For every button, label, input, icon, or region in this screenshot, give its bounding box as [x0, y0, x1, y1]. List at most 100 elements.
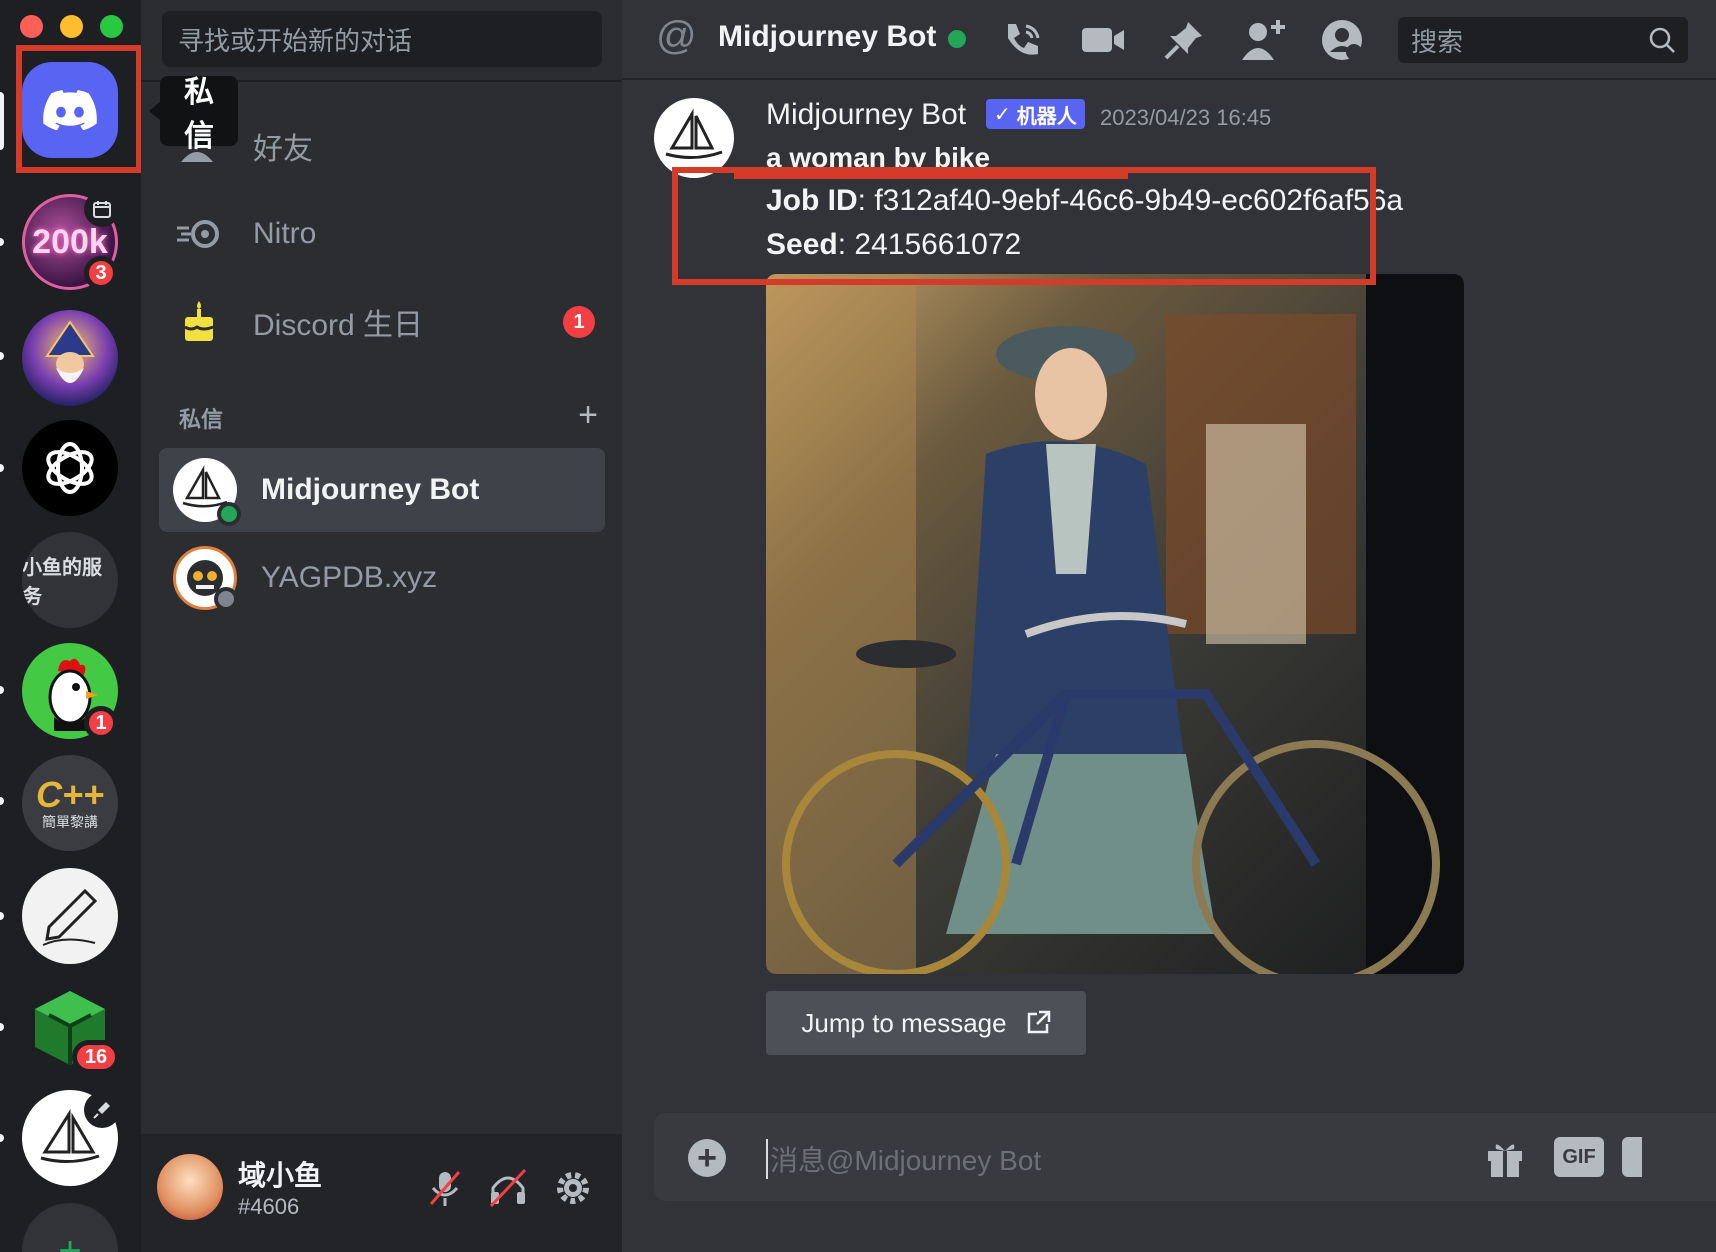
bot-badge: ✓ 机器人: [986, 99, 1085, 129]
job-id-line: Job ID: f312af40-9ebf-46c6-9b49-ec602f6a…: [766, 184, 1403, 218]
dm-item-name: Midjourney Bot: [261, 473, 480, 506]
chat-area: @ Midjourney Bot 搜索 Midjourney Bot ✓ 机器人 …: [622, 0, 1716, 1252]
chat-header: @ Midjourney Bot 搜索: [622, 0, 1716, 80]
author-avatar[interactable]: [654, 98, 734, 178]
user-panel: 域小鱼 #4606: [141, 1134, 622, 1252]
seed-line: Seed: 2415661072: [766, 228, 1021, 262]
server-openai[interactable]: [22, 420, 118, 516]
avatar: [173, 546, 238, 611]
unread-pip: [0, 238, 4, 246]
minimize-window-button[interactable]: [60, 15, 83, 38]
add-server-button[interactable]: +: [22, 1203, 118, 1252]
dm-sidebar: 寻找或开始新的对话 好友 Nitro Discord 生日 1 私信 + Mid…: [141, 0, 622, 1252]
online-status-icon: [948, 30, 966, 48]
unread-pip: [0, 1134, 4, 1142]
job-id-label: Job ID: [766, 184, 858, 217]
seed-value: : 2415661072: [837, 228, 1022, 261]
create-dm-button[interactable]: +: [578, 396, 598, 435]
nav-nitro-label: Nitro: [253, 217, 317, 250]
attach-plus-icon[interactable]: +: [688, 1139, 726, 1177]
openai-logo-icon: [46, 442, 94, 494]
birthday-badge: 1: [563, 306, 595, 338]
nav-birthday-label: Discord 生日: [253, 309, 424, 342]
user-profile-icon[interactable]: [1320, 18, 1364, 67]
message-author[interactable]: Midjourney Bot: [766, 98, 966, 132]
mention-badge: 3: [84, 256, 118, 290]
unread-pip: [0, 797, 4, 805]
server-cpp[interactable]: C++ 簡單黎講: [22, 755, 118, 851]
woman-bike-illustration: [766, 274, 1464, 974]
tooltip-arrow: [149, 101, 161, 121]
server-xiaoyu-service[interactable]: 小鱼的服务: [22, 532, 118, 628]
unread-pip: [0, 912, 4, 920]
server-pen[interactable]: [22, 868, 118, 964]
home-button[interactable]: [22, 62, 118, 158]
search-icon: [1649, 27, 1675, 53]
jump-to-message-button[interactable]: Jump to message: [766, 991, 1086, 1055]
midjourney-sail-icon: [665, 108, 723, 159]
home-tooltip: 私信: [160, 76, 238, 153]
selected-indicator: [0, 92, 4, 150]
message-composer: + 消息@Midjourney Bot GIF: [654, 1113, 1716, 1201]
dm-item-midjourney-bot[interactable]: Midjourney Bot: [159, 448, 605, 532]
bot-tag-label: 机器人: [1016, 105, 1077, 128]
nitro-icon: [169, 218, 229, 250]
server-rail: 私信 200k 3 小鱼的服务 1 C++ 簡單黎講 16 +: [0, 0, 238, 1252]
job-id-value: : f312af40-9ebf-46c6-9b49-ec602f6af56a: [857, 184, 1404, 217]
search-placeholder: 搜索: [1411, 26, 1464, 57]
unread-pip: [0, 1023, 4, 1031]
message-placeholder: 消息@Midjourney Bot: [770, 1145, 1042, 1176]
mention-badge: 1: [84, 706, 118, 740]
deafen-headphones-icon[interactable]: [487, 1168, 529, 1213]
birthday-cake-icon: [169, 299, 229, 345]
tooltip-text: 私信: [184, 76, 214, 153]
dm-item-name: YAGPDB.xyz: [261, 561, 438, 594]
user-tag: #4606: [238, 1194, 300, 1219]
gif-button[interactable]: GIF: [1554, 1137, 1604, 1177]
server-label: C++: [35, 774, 105, 815]
message-timestamp: 2023/04/23 16:45: [1100, 105, 1272, 130]
generated-image[interactable]: [766, 274, 1464, 974]
unread-pip: [0, 352, 4, 360]
at-mention-icon: @: [656, 14, 697, 58]
dm-item-yagpdb[interactable]: YAGPDB.xyz: [159, 536, 605, 620]
voice-call-icon[interactable]: [1000, 18, 1044, 67]
message-prompt: a woman by bike: [766, 142, 991, 172]
unread-pip: [0, 686, 4, 694]
unread-pip: [0, 464, 4, 472]
mention-badge: 16: [72, 1040, 120, 1074]
sticker-icon[interactable]: [1622, 1137, 1642, 1177]
online-status-icon: [217, 502, 241, 526]
maximize-window-button[interactable]: [100, 15, 123, 38]
discord-logo-icon: [43, 90, 97, 130]
external-link-icon: [1027, 1010, 1050, 1034]
pen-icon: [42, 888, 98, 946]
avatar: [173, 458, 241, 526]
dm-search-placeholder: 寻找或开始新的对话: [178, 25, 413, 56]
server-wizard[interactable]: [22, 310, 118, 406]
plus-icon: +: [58, 1228, 82, 1252]
message-input[interactable]: 消息@Midjourney Bot: [766, 1139, 1041, 1179]
seed-label: Seed: [766, 228, 838, 261]
nav-nitro[interactable]: Nitro: [159, 196, 605, 272]
nav-birthday[interactable]: Discord 生日 1: [159, 284, 605, 360]
dm-search-input[interactable]: 寻找或开始新的对话: [162, 11, 602, 67]
close-window-button[interactable]: [20, 15, 43, 38]
add-friend-to-dm-icon[interactable]: [1240, 18, 1288, 67]
event-icon: [84, 191, 120, 227]
mute-mic-icon[interactable]: [425, 1168, 465, 1213]
boost-icon: [84, 1092, 120, 1128]
nav-friends-label: 好友: [253, 133, 313, 166]
channel-title: Midjourney Bot: [718, 20, 937, 53]
server-sublabel: 簡單黎講: [42, 814, 98, 830]
user-avatar[interactable]: [157, 1154, 223, 1220]
verified-check-icon: ✓: [994, 103, 1011, 126]
settings-gear-icon[interactable]: [553, 1168, 593, 1213]
pinned-messages-icon[interactable]: [1162, 18, 1206, 67]
message-search-input[interactable]: 搜索: [1398, 17, 1688, 63]
gif-label: GIF: [1562, 1145, 1596, 1168]
video-call-icon[interactable]: [1080, 18, 1126, 67]
gift-icon[interactable]: [1484, 1137, 1526, 1184]
user-name: 域小鱼: [238, 1160, 323, 1191]
jump-to-message-label: Jump to message: [801, 1007, 1007, 1038]
